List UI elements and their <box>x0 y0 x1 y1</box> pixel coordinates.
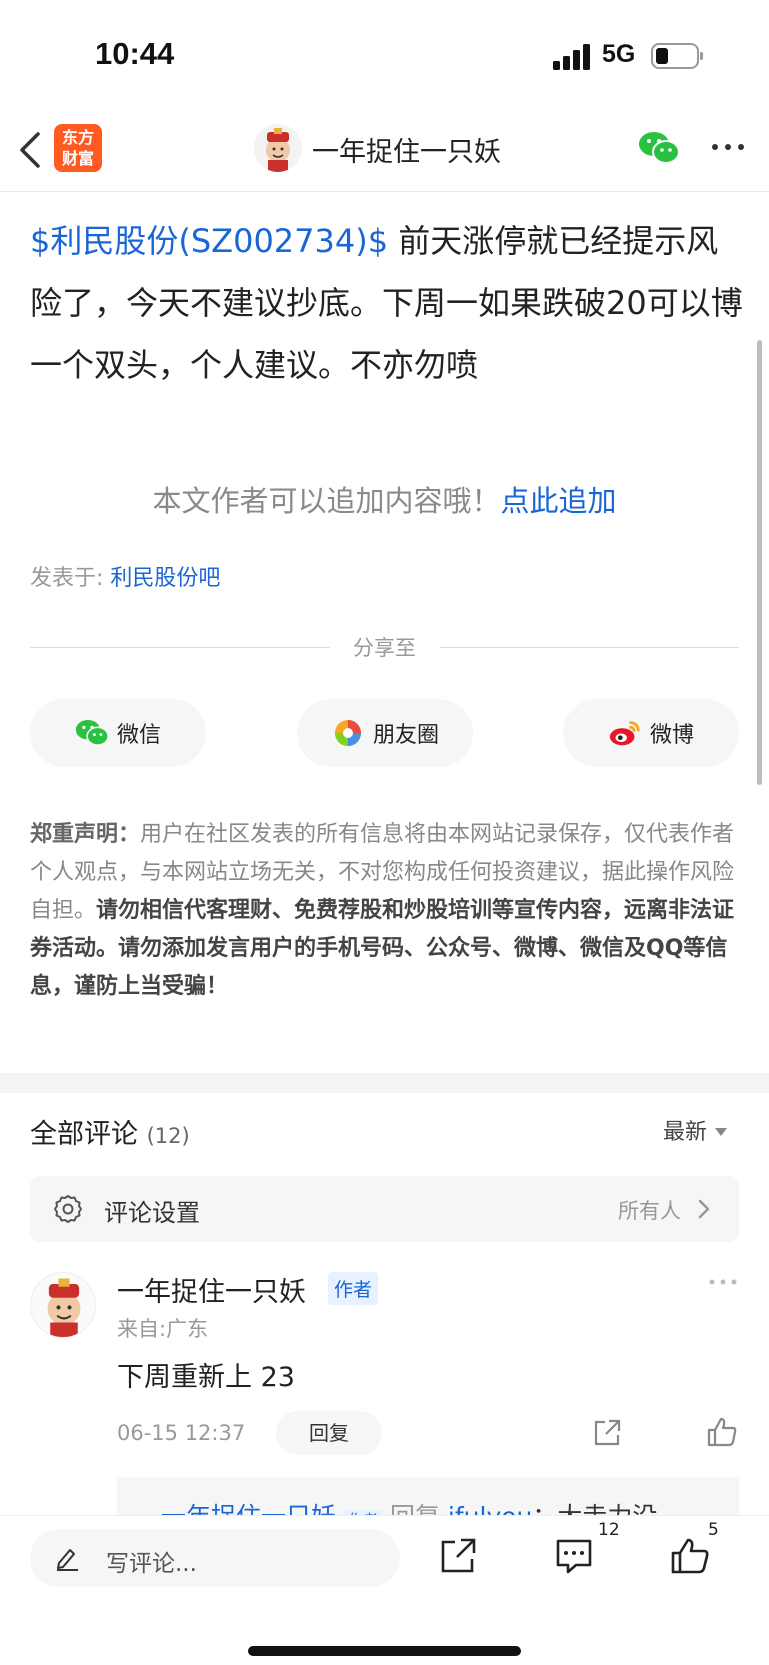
share-weibo-label: 微博 <box>649 723 694 748</box>
share-moments-button[interactable]: 朋友圈 <box>297 699 473 767</box>
comment-settings-value: 所有人 <box>618 1199 681 1223</box>
sub-reply[interactable]: 一年捉住一只妖 作者 回复 ifulyou：大走力没 <box>117 1477 739 1515</box>
comment-settings-label: 评论设置 <box>104 1199 200 1227</box>
comment-count-badge: 12 <box>598 1520 620 1540</box>
commenter-avatar[interactable] <box>30 1272 96 1338</box>
comment-location: 来自:广东 <box>117 1317 209 1341</box>
gear-icon <box>54 1195 82 1223</box>
top-nav-bar: 东方 财富 一年捉住一只妖 <box>0 110 769 192</box>
commenter-name[interactable]: 一年捉住一只妖 <box>117 1270 306 1309</box>
share-wechat-label: 微信 <box>116 723 161 748</box>
comments-count: (12) <box>146 1124 190 1148</box>
share-label: 分享至 <box>353 636 416 660</box>
posted-forum-link[interactable]: 利民股份吧 <box>110 566 220 591</box>
sort-dropdown[interactable]: 最新 <box>663 1114 728 1146</box>
comments-title-text: 全部评论 <box>30 1119 138 1150</box>
author-avatar[interactable] <box>254 124 302 172</box>
disclaimer-lead: 郑重声明： <box>30 822 141 847</box>
sub-reply-content: 一年捉住一只妖 作者 回复 ifulyou：大走力没 <box>161 1497 657 1515</box>
more-options-icon[interactable] <box>708 132 748 162</box>
brand-logo-line1: 东方 <box>61 128 94 147</box>
status-time: 10:44 <box>95 36 175 71</box>
disclaimer: 郑重声明：用户在社区发表的所有信息将由本网站记录保存，仅代表作者个人观点，与本网… <box>30 816 745 1006</box>
sub-reply-target[interactable]: ifulyou <box>448 1502 532 1515</box>
comment-settings-row[interactable]: 评论设置 所有人 <box>30 1176 739 1242</box>
share-moments-label: 朋友圈 <box>372 723 439 748</box>
comment-input[interactable]: 写评论... <box>30 1529 400 1587</box>
signal-icon <box>553 44 590 70</box>
author-badge: 作者 <box>328 1272 379 1305</box>
disclaimer-warning: 请勿相信代客理财、免费荐股和炒股培训等宣传内容，远离非法证券活动。请勿添加发言用… <box>30 898 735 999</box>
home-indicator[interactable] <box>248 1646 521 1656</box>
sub-reply-author[interactable]: 一年捉住一只妖 <box>161 1502 336 1515</box>
share-weibo-button[interactable]: 微博 <box>563 699 739 767</box>
comment-more-icon[interactable] <box>707 1276 739 1288</box>
caishen-avatar-icon <box>266 128 290 172</box>
brand-logo-line2: 财富 <box>61 149 94 168</box>
comment-text: 下周重新上 23 <box>117 1362 295 1393</box>
comment-input-placeholder: 写评论... <box>106 1551 197 1577</box>
comment-icon[interactable] <box>554 1536 594 1576</box>
weibo-icon <box>609 721 640 746</box>
chevron-right-icon <box>698 1199 710 1219</box>
sort-label: 最新 <box>663 1120 708 1145</box>
share-icon[interactable] <box>438 1536 478 1576</box>
share-icon[interactable] <box>592 1418 622 1448</box>
thumbs-up-icon[interactable] <box>670 1536 710 1576</box>
append-hint-text: 本文作者可以追加内容哦！ <box>152 484 501 518</box>
sub-reply-text: ：大走力没 <box>532 1502 657 1515</box>
post-body: $利民股份(SZ002734)$ 前天涨停就已经提示风险了，今天不建议抄底。下周… <box>30 210 745 396</box>
comments-title: 全部评论 (12) <box>30 1112 190 1151</box>
caishen-avatar-icon <box>47 1278 81 1337</box>
reply-button[interactable]: 回复 <box>276 1411 382 1455</box>
append-link[interactable]: 点此追加 <box>501 484 617 518</box>
network-type: 5G <box>602 40 636 68</box>
thumbs-up-icon[interactable] <box>706 1416 738 1448</box>
posted-label: 发表于: <box>30 566 111 591</box>
share-wechat-button[interactable]: 微信 <box>30 699 206 767</box>
section-divider <box>0 1073 769 1093</box>
stock-tag-link[interactable]: $利民股份(SZ002734)$ <box>30 222 388 260</box>
status-bar: 10:44 5G <box>0 0 769 110</box>
bottom-action-bar: 写评论... 12 5 <box>0 1515 769 1665</box>
battery-icon <box>651 43 703 69</box>
comment-time: 06-15 12:37 <box>117 1421 246 1445</box>
append-hint: 本文作者可以追加内容哦！点此追加 <box>0 478 769 520</box>
moments-icon <box>334 720 361 746</box>
pen-icon <box>57 1549 78 1571</box>
page-title: 一年捉住一只妖 <box>312 137 501 168</box>
posted-in: 发表于: 利民股份吧 <box>30 560 220 592</box>
like-count-badge: 5 <box>708 1520 719 1540</box>
back-arrow-icon[interactable] <box>16 128 46 172</box>
sub-reply-word: 回复 <box>390 1502 440 1515</box>
wechat-share-icon[interactable] <box>638 130 680 166</box>
scrollbar[interactable] <box>757 340 762 785</box>
brand-logo[interactable]: 东方 财富 <box>54 124 102 172</box>
wechat-icon <box>75 720 109 746</box>
caret-down-icon <box>715 1128 728 1136</box>
